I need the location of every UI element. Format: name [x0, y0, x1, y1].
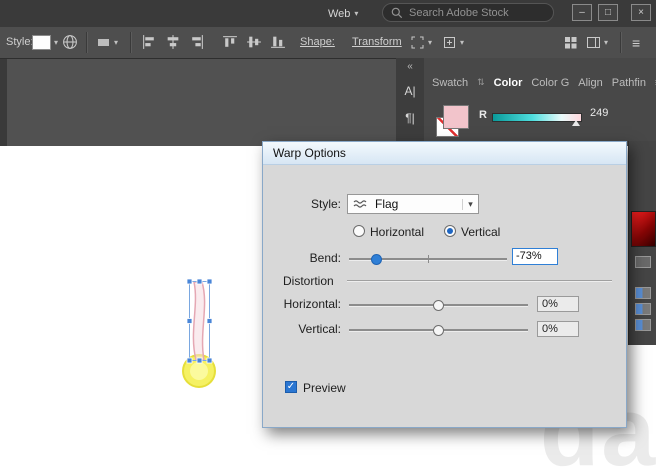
horizontal-radio[interactable] [353, 225, 365, 237]
fill-color-swatch[interactable] [443, 105, 469, 129]
tab-align[interactable]: Align [578, 77, 602, 89]
collapsed-panel-icon[interactable] [635, 256, 651, 268]
warp-style-value: Flag [375, 197, 398, 211]
vertical-radio[interactable] [444, 225, 456, 237]
align-center-vertical-button[interactable] [246, 34, 262, 50]
collapsed-panel-icon[interactable] [635, 303, 651, 315]
control-bar-menu-icon[interactable]: ≡ [632, 35, 640, 51]
align-bottom-button[interactable] [270, 34, 286, 50]
tab-color-guide[interactable]: Color G [531, 77, 569, 89]
chevron-down-icon: ▾ [354, 9, 358, 18]
vertical-radio-label: Vertical [461, 225, 500, 239]
shape-link[interactable]: Shape: [300, 36, 335, 48]
chevron-down-icon: ▾ [460, 38, 464, 47]
channel-r-slider-thumb[interactable] [572, 120, 580, 126]
isolate-selection-dropdown[interactable]: ▾ [410, 35, 432, 50]
window-edge-strip [0, 58, 7, 146]
minimize-button[interactable]: – [572, 4, 592, 21]
illustrator-window: da Web ▾ Search Adobe Stock – □ × [0, 0, 656, 469]
panel-tabs: Swatch ⇅ Color Color G Align Pathfin ≡ [424, 71, 656, 94]
graphic-style-dropdown[interactable]: ▾ [32, 35, 58, 50]
tab-swatches[interactable]: Swatch [432, 77, 468, 89]
warped-flag-shape [193, 282, 204, 360]
adobe-stock-search-input[interactable]: Search Adobe Stock [382, 3, 554, 22]
style-swatch-icon [32, 35, 51, 50]
collapse-panels-icon[interactable]: « [396, 61, 424, 72]
channel-r-label: R [479, 109, 487, 121]
recolor-artwork-icon[interactable] [62, 34, 78, 50]
collapsed-panel-icon[interactable] [635, 319, 651, 331]
arrange-dropdown[interactable]: ▾ [442, 35, 464, 50]
paragraph-panel-icon[interactable]: ¶| [396, 111, 424, 125]
align-top-button[interactable] [222, 34, 238, 50]
app-titlebar: Web ▾ Search Adobe Stock – □ × [0, 0, 656, 28]
distortion-horizontal-label: Horizontal: [271, 297, 341, 311]
close-button[interactable]: × [631, 4, 651, 21]
search-placeholder: Search Adobe Stock [409, 7, 509, 19]
distortion-section-label: Distortion [283, 274, 334, 288]
horizontal-distortion-value[interactable]: 0% [537, 296, 579, 312]
chevron-down-icon: ▾ [604, 38, 608, 47]
bend-value-input[interactable]: -73% [512, 248, 558, 265]
align-right-button[interactable] [189, 34, 205, 50]
tab-sort-icon: ⇅ [477, 77, 485, 88]
collapsed-panel-icon[interactable] [635, 287, 651, 299]
character-panel-icon[interactable]: A| [396, 84, 424, 98]
chevron-down-icon: ▾ [114, 38, 118, 47]
warp-style-select[interactable]: Flag ▾ [347, 194, 479, 214]
collapsed-panel-strip: « A| ¶| [396, 58, 425, 141]
selected-artwork[interactable] [170, 270, 234, 400]
style-label: Style: [6, 36, 34, 48]
radio-selected-dot [447, 228, 453, 234]
chevron-down-icon: ▾ [428, 38, 432, 47]
vertical-distortion-value[interactable]: 0% [537, 321, 579, 337]
preview-checkbox[interactable]: ✓ [285, 381, 297, 393]
brush-definition-dropdown[interactable]: ▾ [96, 35, 118, 50]
align-center-horizontal-button[interactable] [165, 34, 181, 50]
preview-label: Preview [303, 381, 346, 395]
gradient-swatch[interactable] [631, 211, 656, 247]
horizontal-distortion-thumb[interactable] [433, 300, 444, 311]
yellow-circle-inner [190, 362, 208, 380]
vertical-distortion-thumb[interactable] [433, 325, 444, 336]
transform-link[interactable]: Transform [352, 36, 402, 48]
chevron-down-icon: ▾ [462, 199, 478, 210]
bend-slider-center-tick [428, 255, 429, 263]
dialog-titlebar[interactable]: Warp Options [263, 142, 626, 165]
restore-button[interactable]: □ [598, 4, 618, 21]
control-bar: Style: ▾ ▾ Shape: [0, 27, 656, 59]
horizontal-radio-label: Horizontal [370, 225, 424, 239]
flag-style-icon [353, 198, 369, 210]
window-controls: – □ × [572, 4, 651, 21]
panel-layout-dropdown[interactable]: ▾ [586, 35, 608, 50]
collapsed-right-column [628, 141, 656, 345]
tab-color[interactable]: Color [494, 77, 523, 89]
pasteboard [0, 58, 396, 146]
search-icon [391, 7, 403, 19]
section-divider [347, 280, 612, 282]
warp-options-dialog: Warp Options Style: Flag ▾ Horizontal Ve… [262, 141, 627, 428]
separator [86, 32, 88, 53]
chevron-down-icon: ▾ [54, 38, 58, 47]
grid-view-icon[interactable] [563, 35, 578, 50]
tab-pathfinder[interactable]: Pathfin [612, 77, 646, 89]
bend-label: Bend: [271, 251, 341, 265]
separator [620, 32, 622, 53]
bend-slider-thumb[interactable] [371, 254, 382, 265]
workspace-label: Web [328, 8, 350, 20]
dialog-title: Warp Options [273, 146, 346, 160]
separator [130, 32, 132, 53]
channel-r-value[interactable]: 249 [590, 107, 608, 119]
channel-r-slider[interactable] [492, 113, 582, 122]
align-left-button[interactable] [141, 34, 157, 50]
distortion-vertical-label: Vertical: [271, 322, 341, 336]
panel-dock: Swatch ⇅ Color Color G Align Pathfin ≡ R… [424, 58, 656, 141]
dialog-body: Style: Flag ▾ Horizontal Vertical Bend: … [263, 165, 626, 428]
workspace-switcher[interactable]: Web ▾ [328, 5, 358, 22]
warp-style-label: Style: [271, 197, 341, 211]
